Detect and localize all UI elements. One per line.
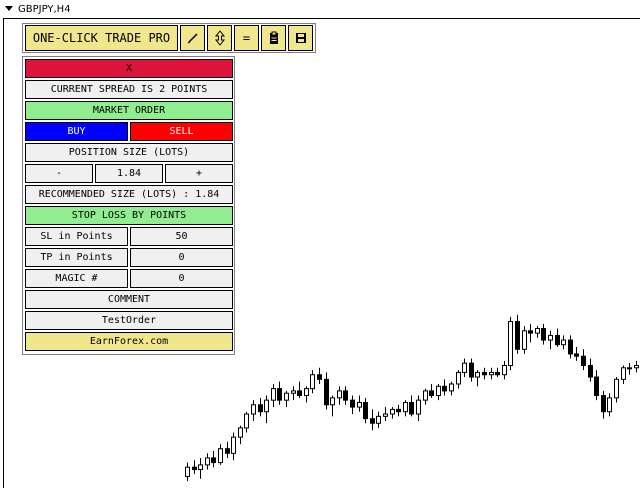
sell-button[interactable]: SELL	[130, 122, 233, 141]
candle-body	[594, 376, 599, 397]
candle-body	[429, 390, 434, 397]
pencil-icon	[187, 33, 198, 44]
candle-body	[258, 404, 263, 413]
close-panel-button[interactable]: X	[25, 59, 233, 78]
lots-input[interactable]: 1.84	[95, 164, 163, 183]
candle-body	[515, 321, 520, 350]
candle-body	[350, 399, 355, 408]
candle-body	[383, 413, 388, 417]
one-click-trade-pro-button[interactable]: ONE-CLICK TRADE PRO	[25, 25, 178, 51]
candle-body	[456, 371, 461, 385]
candle-body	[416, 399, 421, 415]
market-order-button[interactable]: MARKET ORDER	[25, 101, 233, 120]
candle-body	[508, 321, 513, 366]
current-spread-label: CURRENT SPREAD IS 2 POINTS	[25, 80, 233, 99]
candle-body	[198, 464, 203, 471]
candle-body	[574, 353, 579, 357]
candle-body	[343, 390, 348, 401]
candle-body	[297, 390, 302, 397]
candle-body	[403, 401, 408, 413]
tp-points-input[interactable]: 0	[130, 248, 233, 267]
up-down-arrow-icon	[214, 30, 225, 46]
candle-body	[614, 378, 619, 399]
candle-body	[581, 355, 586, 366]
candle-body	[548, 334, 553, 341]
comment-label: COMMENT	[25, 290, 233, 309]
comment-input[interactable]: TestOrder	[25, 311, 233, 330]
candle-body	[277, 388, 282, 401]
candle-body	[218, 448, 223, 464]
candle-body	[291, 390, 296, 394]
candle-body	[449, 383, 454, 392]
candle-body	[310, 374, 315, 390]
increase-lots-button[interactable]: +	[165, 164, 233, 183]
pencil-button[interactable]	[180, 25, 205, 51]
candle-body	[528, 330, 533, 334]
earnforex-link[interactable]: EarnForex.com	[25, 332, 233, 351]
candle-body	[390, 408, 395, 415]
clipboard-button[interactable]	[261, 25, 286, 51]
save-button[interactable]	[288, 25, 313, 51]
candle-body	[238, 427, 243, 438]
candle-body	[185, 466, 190, 477]
candle-body	[475, 371, 480, 378]
candle-body	[561, 339, 566, 346]
candle-body	[607, 397, 612, 413]
candle-body	[522, 330, 527, 350]
candle-body	[363, 401, 368, 420]
candle-body	[469, 362, 474, 378]
tp-points-label: TP in Points	[25, 248, 128, 267]
candle-body	[192, 466, 197, 471]
candle-body	[627, 367, 632, 370]
save-icon	[295, 33, 306, 43]
clipboard-icon	[269, 31, 278, 44]
position-size-label: POSITION SIZE (LOTS)	[25, 143, 233, 162]
move-arrows-button[interactable]	[207, 25, 232, 51]
candle-body	[442, 385, 447, 392]
candle-body	[376, 415, 381, 424]
candle-body	[244, 413, 249, 429]
candle-body	[535, 327, 540, 334]
candle-body	[423, 390, 428, 401]
candle-body	[502, 364, 507, 376]
candle-body	[284, 392, 289, 401]
stop-loss-mode-button[interactable]: STOP LOSS BY POINTS	[25, 206, 233, 225]
candle-body	[337, 390, 342, 399]
candle-body	[634, 364, 639, 369]
candle-body	[211, 457, 216, 464]
buy-button[interactable]: BUY	[25, 122, 128, 141]
magic-number-label: MAGIC #	[25, 269, 128, 288]
candle-body	[489, 371, 494, 376]
sl-points-label: SL in Points	[25, 227, 128, 246]
candle-body	[264, 399, 269, 413]
candle-body	[330, 397, 335, 406]
candle-body	[304, 388, 309, 397]
candle-body	[231, 436, 236, 454]
magic-number-input[interactable]: 0	[130, 269, 233, 288]
candle-body	[621, 367, 626, 380]
candle-body	[436, 385, 441, 397]
equals-button[interactable]: =	[234, 25, 259, 51]
candle-body	[324, 378, 329, 406]
candle-body	[317, 374, 322, 380]
candle-body	[482, 371, 487, 376]
candle-body	[555, 334, 560, 346]
candle-body	[370, 418, 375, 424]
recommended-size-label: RECOMMENDED SIZE (LOTS) : 1.84	[25, 185, 233, 204]
candle-body	[601, 395, 606, 413]
candle-body	[409, 401, 414, 415]
sl-points-input[interactable]: 50	[130, 227, 233, 246]
candle-body	[541, 327, 546, 341]
candle-body	[225, 448, 230, 454]
decrease-lots-button[interactable]: -	[25, 164, 93, 183]
candle-body	[251, 404, 256, 415]
candle-body	[205, 457, 210, 466]
candle-body	[568, 339, 573, 355]
candle-body	[396, 408, 401, 413]
candle-body	[357, 401, 362, 408]
candle-body	[462, 362, 467, 373]
candle-body	[271, 388, 276, 401]
candle-body	[588, 364, 593, 378]
candle-body	[495, 371, 500, 376]
